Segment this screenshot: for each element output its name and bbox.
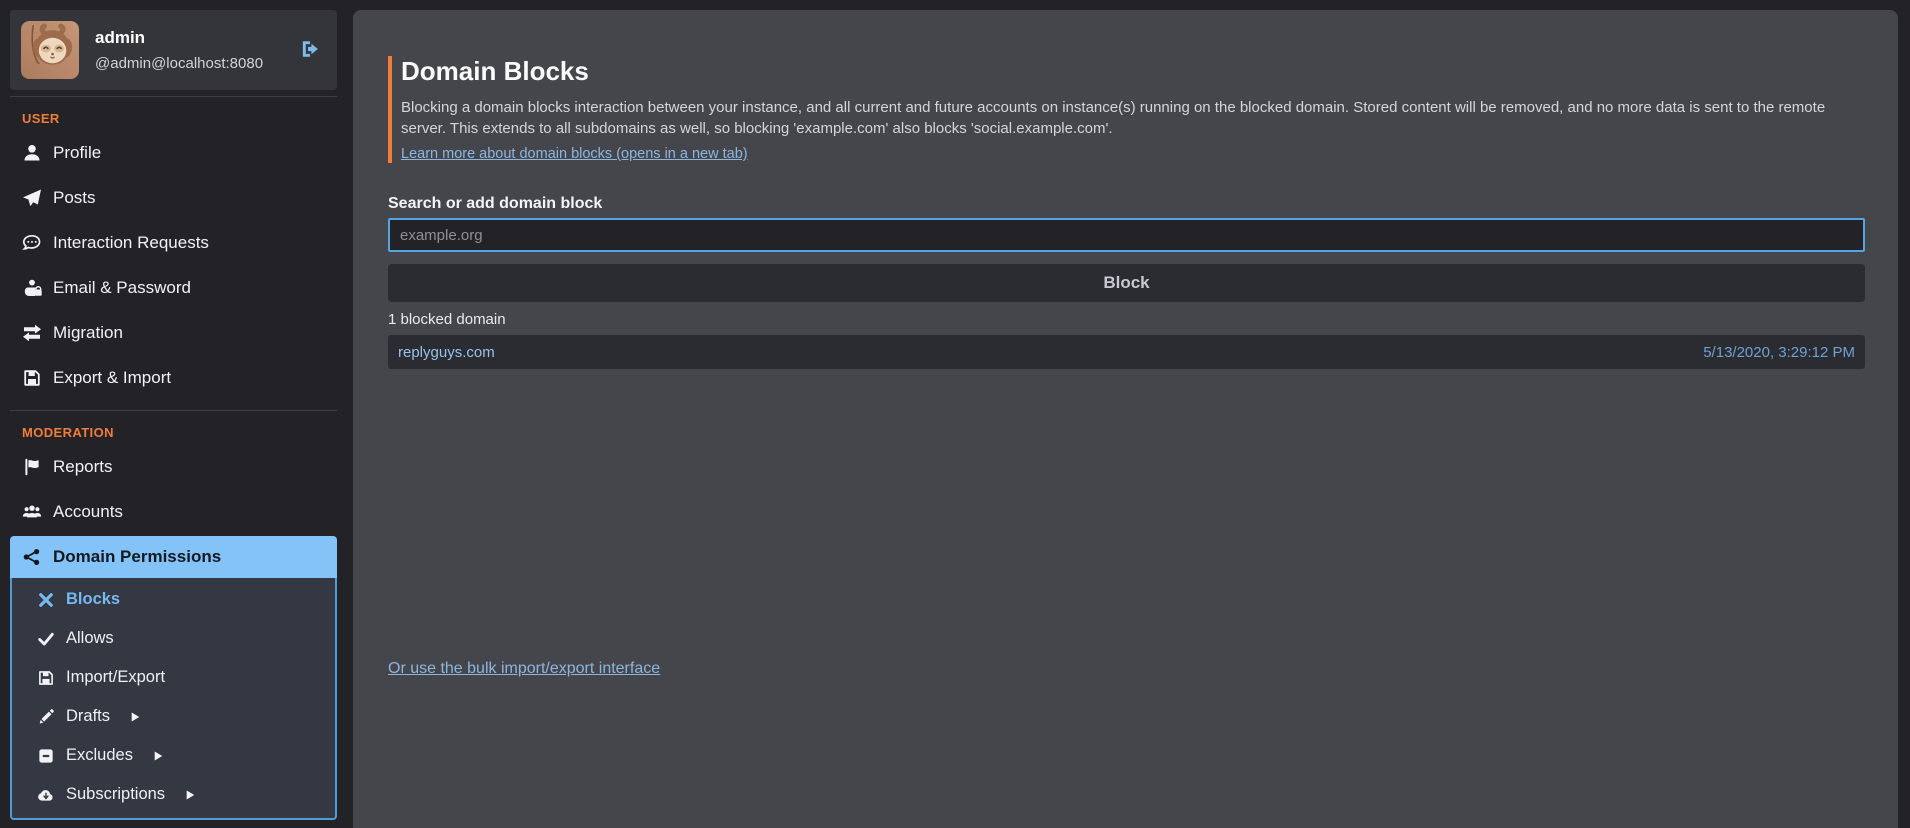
flag-icon bbox=[22, 457, 42, 477]
avatar bbox=[21, 21, 79, 79]
page-title: Domain Blocks bbox=[401, 56, 1865, 86]
sidebar-item-label: Export & Import bbox=[53, 367, 171, 388]
share-nodes-icon bbox=[22, 547, 42, 567]
submenu-item-drafts[interactable]: Drafts bbox=[12, 697, 335, 736]
submenu-item-label: Drafts bbox=[66, 707, 110, 726]
caret-right-icon bbox=[129, 711, 141, 723]
sidebar-item-label: Reports bbox=[53, 456, 113, 477]
check-icon bbox=[37, 630, 55, 648]
user-handle: @admin@localhost:8080 bbox=[95, 55, 263, 72]
sidebar-item-interaction-requests[interactable]: Interaction Requests bbox=[10, 220, 337, 265]
submenu-item-label: Subscriptions bbox=[66, 785, 165, 804]
sidebar-item-reports[interactable]: Reports bbox=[10, 444, 337, 489]
section-heading-moderation: MODERATION bbox=[10, 415, 337, 444]
section-divider bbox=[10, 410, 337, 411]
sidebar-item-label: Posts bbox=[53, 187, 96, 208]
paper-plane-icon bbox=[22, 188, 42, 208]
minus-square-icon bbox=[37, 747, 55, 765]
sidebar-item-email-password[interactable]: Email & Password bbox=[10, 265, 337, 310]
domain-permissions-group: Domain Permissions Blocks Allows bbox=[10, 536, 337, 820]
pencil-icon bbox=[37, 708, 55, 726]
sidebar-item-label: Interaction Requests bbox=[53, 232, 209, 253]
sidebar-item-label: Profile bbox=[53, 142, 101, 163]
comment-dots-icon bbox=[22, 233, 42, 253]
user-meta: admin @admin@localhost:8080 bbox=[95, 28, 263, 72]
page-description: Blocking a domain blocks interaction bet… bbox=[401, 98, 1865, 139]
cloud-download-icon bbox=[37, 786, 55, 804]
floppy-disk-icon bbox=[22, 368, 42, 388]
caret-right-icon bbox=[184, 789, 196, 801]
xmark-icon bbox=[37, 591, 55, 609]
domain-permissions-submenu: Blocks Allows Import/Export bbox=[10, 578, 337, 820]
logout-button[interactable] bbox=[298, 38, 322, 62]
user-icon bbox=[22, 143, 42, 163]
sidebar-item-export-import[interactable]: Export & Import bbox=[10, 355, 337, 400]
search-label: Search or add domain block bbox=[388, 195, 1865, 213]
domain-search-input[interactable] bbox=[388, 218, 1865, 252]
learn-more-link[interactable]: Learn more about domain blocks (opens in… bbox=[401, 146, 748, 162]
sidebar-item-label: Email & Password bbox=[53, 277, 191, 298]
submenu-item-label: Blocks bbox=[66, 590, 120, 609]
block-button[interactable]: Block bbox=[388, 264, 1865, 302]
submenu-item-allows[interactable]: Allows bbox=[12, 619, 335, 658]
sign-out-icon bbox=[299, 38, 321, 60]
bulk-import-export-link[interactable]: Or use the bulk import/export interface bbox=[388, 660, 660, 678]
sidebar-item-accounts[interactable]: Accounts bbox=[10, 489, 337, 534]
blocked-domain-row[interactable]: replyguys.com 5/13/2020, 3:29:12 PM bbox=[388, 335, 1865, 369]
sidebar-nav: USER Profile Posts Interaction Requests bbox=[10, 101, 337, 820]
submenu-item-import-export[interactable]: Import/Export bbox=[12, 658, 335, 697]
submenu-item-label: Allows bbox=[66, 629, 114, 648]
sidebar: admin @admin@localhost:8080 USER Profile bbox=[10, 10, 337, 820]
users-icon bbox=[22, 502, 42, 522]
user-card: admin @admin@localhost:8080 bbox=[10, 10, 337, 90]
page-header: Domain Blocks Blocking a domain blocks i… bbox=[388, 56, 1865, 163]
sidebar-item-label: Migration bbox=[53, 322, 123, 343]
user-name: admin bbox=[95, 28, 263, 48]
section-heading-user: USER bbox=[10, 101, 337, 130]
sidebar-item-domain-permissions[interactable]: Domain Permissions bbox=[10, 536, 337, 578]
sidebar-divider bbox=[10, 96, 337, 97]
main-panel: Domain Blocks Blocking a domain blocks i… bbox=[353, 10, 1898, 828]
submenu-item-subscriptions[interactable]: Subscriptions bbox=[12, 775, 335, 814]
blocked-count: 1 blocked domain bbox=[388, 311, 1865, 329]
caret-right-icon bbox=[152, 750, 164, 762]
sidebar-item-migration[interactable]: Migration bbox=[10, 310, 337, 355]
submenu-item-excludes[interactable]: Excludes bbox=[12, 736, 335, 775]
floppy-disk-icon bbox=[37, 669, 55, 687]
domain-block-form: Search or add domain block Block 1 block… bbox=[388, 195, 1865, 369]
exchange-arrows-icon bbox=[22, 323, 42, 343]
sidebar-item-label: Domain Permissions bbox=[53, 547, 221, 567]
submenu-item-label: Import/Export bbox=[66, 668, 165, 687]
blocked-domain-date: 5/13/2020, 3:29:12 PM bbox=[1703, 344, 1855, 361]
blocked-domain-name: replyguys.com bbox=[398, 344, 495, 361]
user-lock-icon bbox=[22, 278, 42, 298]
submenu-item-label: Excludes bbox=[66, 746, 133, 765]
submenu-item-blocks[interactable]: Blocks bbox=[12, 580, 335, 619]
sidebar-item-posts[interactable]: Posts bbox=[10, 175, 337, 220]
sidebar-item-label: Accounts bbox=[53, 501, 123, 522]
sidebar-item-profile[interactable]: Profile bbox=[10, 130, 337, 175]
